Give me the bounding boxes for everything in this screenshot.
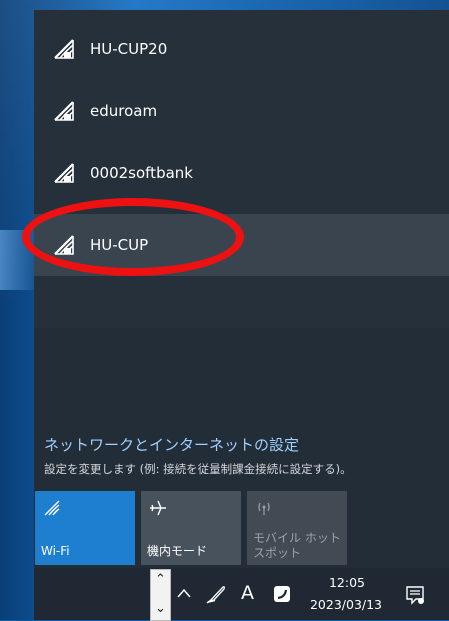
network-name: eduroam	[90, 102, 158, 120]
pen-icon[interactable]	[205, 583, 227, 605]
tile-label: Wi-Fi	[41, 544, 70, 558]
network-status-icon[interactable]	[272, 584, 292, 604]
wifi-secured-icon	[54, 163, 74, 183]
wifi-icon	[44, 500, 60, 516]
scroll-updown-control[interactable]: ⌃ ⌄	[150, 569, 171, 621]
ime-mode-indicator[interactable]: A	[241, 582, 254, 604]
network-item-0002softbank[interactable]: 0002softbank	[34, 142, 449, 204]
network-settings-description: 設定を変更します (例: 接続を従量制課金接続に設定する)。	[44, 462, 352, 476]
network-name: HU-CUP20	[90, 40, 168, 58]
notification-center-icon[interactable]	[404, 584, 426, 606]
show-hidden-icons-chevron-icon[interactable]	[176, 586, 192, 600]
network-flyout: HU-CUP20 eduroam 0002softbank HU-CUP ネット…	[34, 10, 449, 568]
hotspot-icon	[258, 502, 270, 515]
clock-time[interactable]: 12:05	[312, 575, 382, 590]
airplane-mode-tile[interactable]: 機内モード	[141, 491, 241, 565]
mobile-hotspot-tile[interactable]: モバイル ホットスポット	[247, 491, 347, 565]
wifi-secured-icon	[54, 39, 74, 59]
network-item-eduroam[interactable]: eduroam	[34, 80, 449, 142]
tile-label: モバイル ホットスポット	[253, 531, 341, 560]
tile-label: 機内モード	[147, 544, 208, 558]
wifi-toggle-tile[interactable]: Wi-Fi	[35, 491, 135, 565]
red-annotation-ellipse	[22, 198, 244, 276]
wifi-secured-icon	[54, 101, 74, 121]
chevron-down-icon[interactable]: ⌄	[151, 602, 170, 616]
clock-date[interactable]: 2023/03/13	[306, 597, 386, 612]
network-item-hu-cup20[interactable]: HU-CUP20	[34, 18, 449, 80]
network-name: 0002softbank	[90, 164, 193, 182]
chevron-up-icon[interactable]: ⌃	[151, 573, 170, 587]
network-settings-link[interactable]: ネットワークとインターネットの設定	[44, 434, 299, 455]
airplane-icon	[150, 500, 166, 516]
